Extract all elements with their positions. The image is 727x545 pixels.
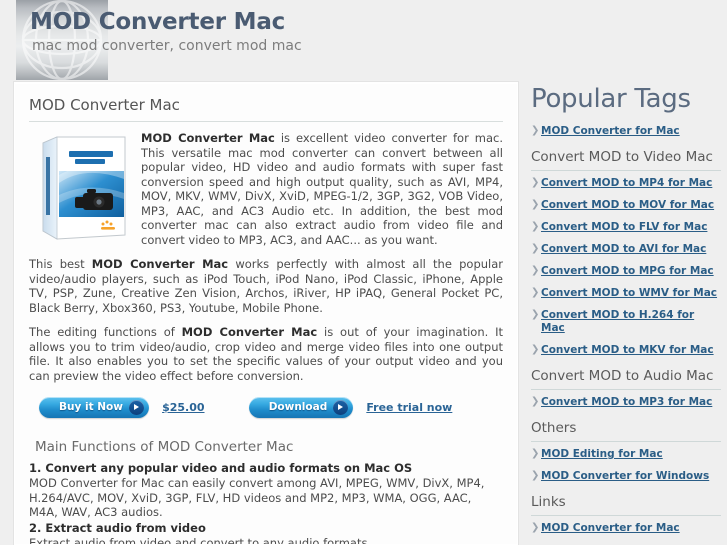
chevron-right-icon: ❯ — [531, 396, 540, 407]
sidebar-sections: Convert MOD to Video Mac ❯ Convert MOD to … — [531, 149, 721, 534]
brand-name: MOD Converter Mac — [91, 257, 229, 271]
main-content: MOD Converter Mac MOD Converter Mac is e… — [14, 82, 518, 545]
sidebar-link[interactable]: Convert MOD to AVI for Mac — [541, 243, 706, 255]
sidebar-link[interactable]: Convert MOD to FLV for Mac — [541, 221, 707, 233]
download-button[interactable]: Download — [248, 397, 354, 418]
list-item[interactable]: ❯ MOD Converter for Mac — [531, 124, 721, 137]
list-item[interactable]: ❯ Convert MOD to MP4 for Mac — [531, 176, 721, 189]
download-label: Download — [268, 401, 328, 413]
chevron-right-icon: ❯ — [531, 522, 540, 533]
chevron-right-icon: ❯ — [531, 125, 540, 136]
intro-paragraph-2: This best MOD Converter Mac works perfec… — [29, 257, 503, 315]
popular-tags-title: Popular Tags — [531, 84, 691, 114]
intro-block: MOD Converter Mac is excellent video con… — [29, 122, 503, 325]
sidebar-top-links: ❯ MOD Converter for Mac — [531, 124, 721, 137]
sidebar-link[interactable]: MOD Converter for Mac — [541, 522, 680, 534]
chevron-right-icon: ❯ — [531, 265, 540, 276]
chevron-right-icon: ❯ — [531, 448, 540, 459]
action-buttons: Buy it Now $25.00 Download Free trial no… — [29, 397, 503, 423]
sidebar-link[interactable]: MOD Converter for Windows — [541, 470, 709, 482]
page-title: MOD Converter Mac — [29, 96, 503, 122]
buy-it-now-button[interactable]: Buy it Now — [39, 397, 149, 418]
brand-name: MOD Converter Mac — [181, 325, 318, 339]
product-box-image — [37, 131, 129, 244]
functions-title: Main Functions of MOD Converter Mac — [35, 439, 294, 455]
function-text: Extract audio from video and convert to … — [29, 535, 372, 545]
function-heading: 1. Convert any popular video and audio f… — [29, 461, 413, 475]
list-item[interactable]: ❯ Convert MOD to H.264 for Mac — [531, 308, 721, 334]
sidebar-link[interactable]: MOD Converter for Mac — [541, 125, 680, 137]
sidebar-link[interactable]: Convert MOD to WMV for Mac — [541, 287, 717, 299]
chevron-right-icon: ❯ — [531, 287, 540, 298]
sidebar-link[interactable]: Convert MOD to MPG for Mac — [541, 265, 714, 277]
intro-pre-3: The editing functions of — [29, 325, 182, 339]
sidebar-section-heading: Others — [531, 420, 721, 442]
site-header: MOD Converter Mac mac mod converter, con… — [0, 0, 727, 82]
chevron-right-icon: ❯ — [531, 243, 540, 254]
chevron-right-icon: ❯ — [531, 199, 540, 210]
sidebar-link-list: ❯ Convert MOD to MP3 for Mac — [531, 395, 721, 408]
play-arrow-icon — [333, 400, 349, 415]
chevron-right-icon: ❯ — [531, 470, 540, 481]
list-item[interactable]: ❯ Convert MOD to MOV for Mac — [531, 198, 721, 211]
brand-name: MOD Converter Mac — [141, 131, 275, 145]
sidebar-link[interactable]: Convert MOD to MKV for Mac — [541, 344, 714, 356]
chevron-right-icon: ❯ — [531, 221, 540, 232]
price-link[interactable]: $25.00 — [162, 401, 204, 414]
sidebar-link-list: ❯ Convert MOD to MP4 for Mac ❯ Convert MOD … — [531, 176, 721, 356]
list-item[interactable]: ❯ Convert MOD to AVI for Mac — [531, 242, 721, 255]
list-item[interactable]: ❯ Convert MOD to MPG for Mac — [531, 264, 721, 277]
sidebar-link-list: ❯ MOD Editing for Mac ❯ MOD Converter for W… — [531, 447, 721, 482]
list-item[interactable]: ❯ Convert MOD to FLV for Mac — [531, 220, 721, 233]
function-text: MOD Converter for Mac can easily convert… — [29, 476, 485, 519]
sidebar-link[interactable]: Convert MOD to MOV for Mac — [541, 199, 714, 211]
list-item[interactable]: ❯ MOD Converter for Mac — [531, 521, 721, 534]
list-item[interactable]: ❯ Convert MOD to MP3 for Mac — [531, 395, 721, 408]
intro-text-1: is excellent video converter for mac. Th… — [141, 131, 503, 247]
sidebar-link[interactable]: Convert MOD to MP4 for Mac — [541, 177, 712, 189]
list-item[interactable]: ❯ Convert MOD to WMV for Mac — [531, 286, 721, 299]
buy-it-now-label: Buy it Now — [59, 401, 123, 413]
page-body: MOD Converter Mac MOD Converter Mac is e… — [0, 82, 727, 545]
play-arrow-icon — [128, 400, 144, 415]
sidebar-section-heading: Convert MOD to Video Mac — [531, 149, 721, 171]
list-item[interactable]: ❯ MOD Editing for Mac — [531, 447, 721, 460]
function-heading: 2. Extract audio from video — [29, 520, 206, 535]
sidebar-link[interactable]: MOD Editing for Mac — [541, 448, 663, 460]
site-title: MOD Converter Mac — [30, 9, 286, 35]
chevron-right-icon: ❯ — [531, 309, 540, 320]
sidebar-section-heading: Convert MOD to Audio Mac — [531, 368, 721, 390]
functions-list: 1. Convert any popular video and audio f… — [29, 461, 503, 545]
intro-pre-2: This best — [29, 257, 92, 271]
sidebar-section-heading: Links — [531, 494, 721, 516]
free-trial-link[interactable]: Free trial now — [366, 401, 452, 414]
chevron-right-icon: ❯ — [531, 344, 540, 355]
list-item[interactable]: ❯ Convert MOD to MKV for Mac — [531, 343, 721, 356]
site-tagline: mac mod converter, convert mod mac — [32, 38, 302, 54]
sidebar-link[interactable]: Convert MOD to H.264 for Mac — [541, 309, 694, 334]
sidebar: Popular Tags ❯ MOD Converter for Mac Con… — [531, 82, 721, 545]
sidebar-link[interactable]: Convert MOD to MP3 for Mac — [541, 396, 712, 408]
intro-paragraph-3: The editing functions of MOD Converter M… — [29, 325, 503, 383]
chevron-right-icon: ❯ — [531, 177, 540, 188]
sidebar-link-list: ❯ MOD Converter for Mac — [531, 521, 721, 534]
list-item[interactable]: ❯ MOD Converter for Windows — [531, 469, 721, 482]
